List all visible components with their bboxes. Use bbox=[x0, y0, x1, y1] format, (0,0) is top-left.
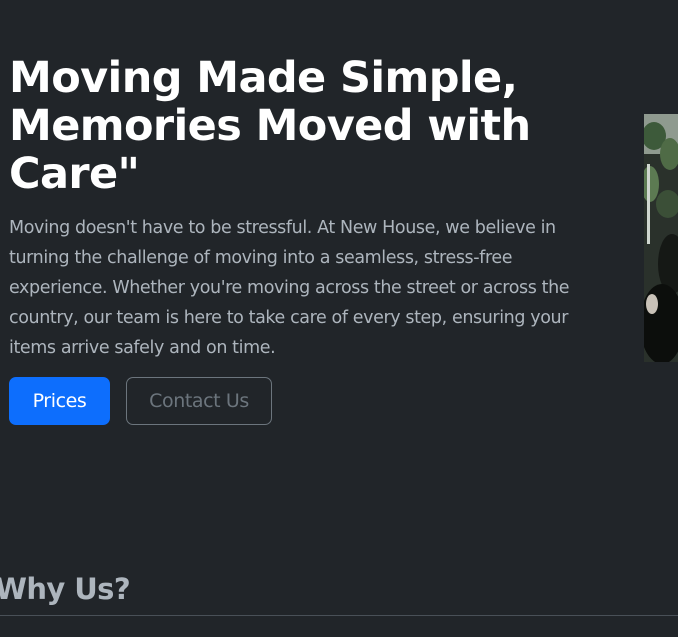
hero-description: Moving doesn't have to be stressful. At … bbox=[9, 218, 570, 358]
why-us-heading: Why Us? bbox=[0, 572, 131, 606]
contact-us-button[interactable]: Contact Us bbox=[126, 377, 272, 425]
hero-title: Moving Made Simple, Memories Moved with … bbox=[9, 53, 531, 199]
hero-photo-graphic bbox=[644, 114, 678, 362]
hero-image bbox=[644, 114, 678, 362]
section-divider bbox=[0, 615, 678, 616]
prices-button[interactable]: Prices bbox=[9, 377, 110, 425]
